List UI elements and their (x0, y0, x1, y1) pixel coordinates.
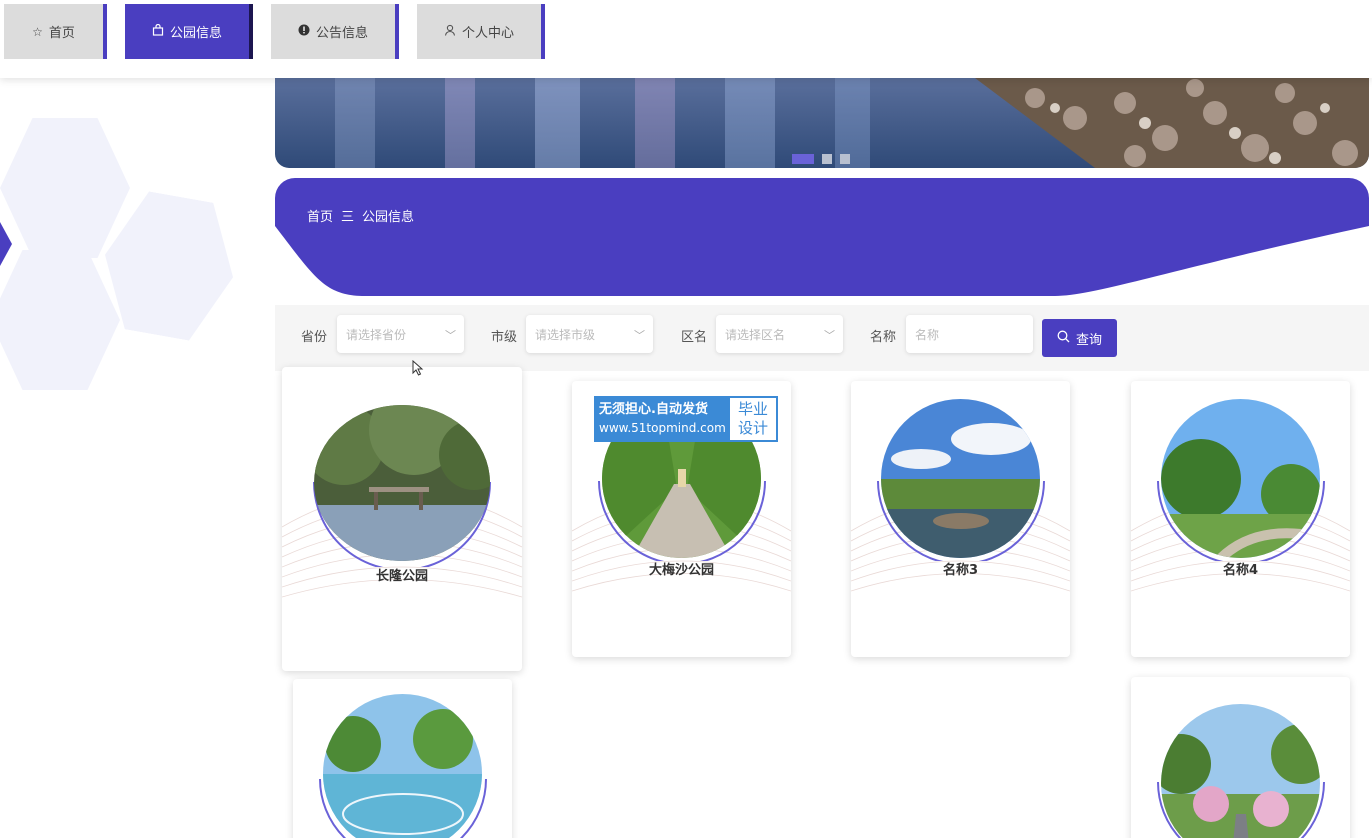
province-label: 省份 (301, 330, 328, 345)
watermark-line1: 无须担心.自动发货 (599, 402, 708, 417)
watermark-side2: 设计 (737, 419, 768, 437)
province-select[interactable]: 请选择省份 ﹀ (337, 315, 464, 353)
name-input[interactable]: 名称 (906, 315, 1033, 353)
watermark-line2: www.51topmind.com (599, 421, 726, 435)
decor-hex-1 (0, 118, 130, 258)
chevron-down-icon: ﹀ (824, 329, 835, 342)
province-placeholder: 请选择省份 (346, 328, 407, 342)
breadcrumb-home[interactable]: 首页 (307, 206, 333, 225)
bag-icon (152, 23, 164, 39)
nav-notice[interactable]: 公告信息 (271, 4, 399, 59)
watermark-side1: 毕业 (737, 400, 768, 418)
breadcrumb-separator: 三 (341, 210, 355, 225)
city-placeholder: 请选择市级 (535, 328, 596, 342)
park-card-4[interactable]: 名称4 (1131, 381, 1350, 657)
breadcrumb-band (275, 178, 1369, 296)
park-name: 大梅沙公园 (648, 563, 714, 578)
nav-park-info-label: 公园信息 (169, 26, 222, 41)
nav-profile[interactable]: 个人中心 (417, 4, 545, 59)
decor-marker (0, 222, 12, 266)
district-select[interactable]: 请选择区名 ﹀ (716, 315, 843, 353)
user-icon (444, 24, 456, 39)
decor-hex-3 (0, 250, 120, 390)
mouse-cursor-icon (412, 360, 424, 376)
breadcrumb-current: 公园信息 (362, 210, 415, 225)
carousel-dot-3[interactable] (840, 154, 850, 164)
query-button[interactable]: 查询 (1042, 319, 1117, 357)
park-card-1[interactable]: 长隆公园 (282, 367, 522, 671)
query-button-label: 查询 (1075, 332, 1102, 348)
top-nav: ☆ 首页 公园信息 公告信息 个人中心 (0, 0, 1372, 78)
breadcrumb: 首页 三 公园信息 (307, 206, 414, 225)
district-label: 区名 (681, 330, 708, 345)
city-select[interactable]: 请选择市级 ﹀ (526, 315, 653, 353)
nav-notice-label: 公告信息 (315, 26, 368, 41)
city-label: 市级 (491, 330, 518, 345)
nav-home-label: 首页 (48, 26, 75, 41)
carousel-dots (792, 154, 850, 164)
star-icon: ☆ (32, 24, 43, 39)
park-card-6[interactable] (1131, 677, 1350, 838)
nav-park-info[interactable]: 公园信息 (125, 4, 253, 59)
name-placeholder: 名称 (915, 328, 940, 342)
district-placeholder: 请选择区名 (725, 328, 786, 342)
park-name: 长隆公园 (375, 569, 428, 584)
alert-icon (298, 24, 310, 39)
nav-profile-label: 个人中心 (461, 26, 514, 41)
watermark-badge: 无须担心.自动发货 www.51topmind.com 毕业 设计 (594, 396, 778, 442)
carousel-dot-2[interactable] (822, 154, 832, 164)
park-photo (314, 405, 490, 561)
park-photo (1161, 399, 1320, 558)
park-photo (881, 399, 1040, 558)
park-card-5[interactable] (293, 679, 512, 838)
chevron-down-icon: ﹀ (634, 329, 645, 342)
chevron-down-icon: ﹀ (445, 329, 456, 342)
nav-home[interactable]: ☆ 首页 (4, 4, 107, 59)
carousel-dot-1[interactable] (792, 154, 814, 164)
park-name: 名称4 (1222, 563, 1259, 578)
name-label: 名称 (870, 330, 897, 345)
park-name: 名称3 (942, 563, 979, 578)
park-card-3[interactable]: 名称3 (851, 381, 1070, 657)
search-icon (1057, 330, 1070, 347)
